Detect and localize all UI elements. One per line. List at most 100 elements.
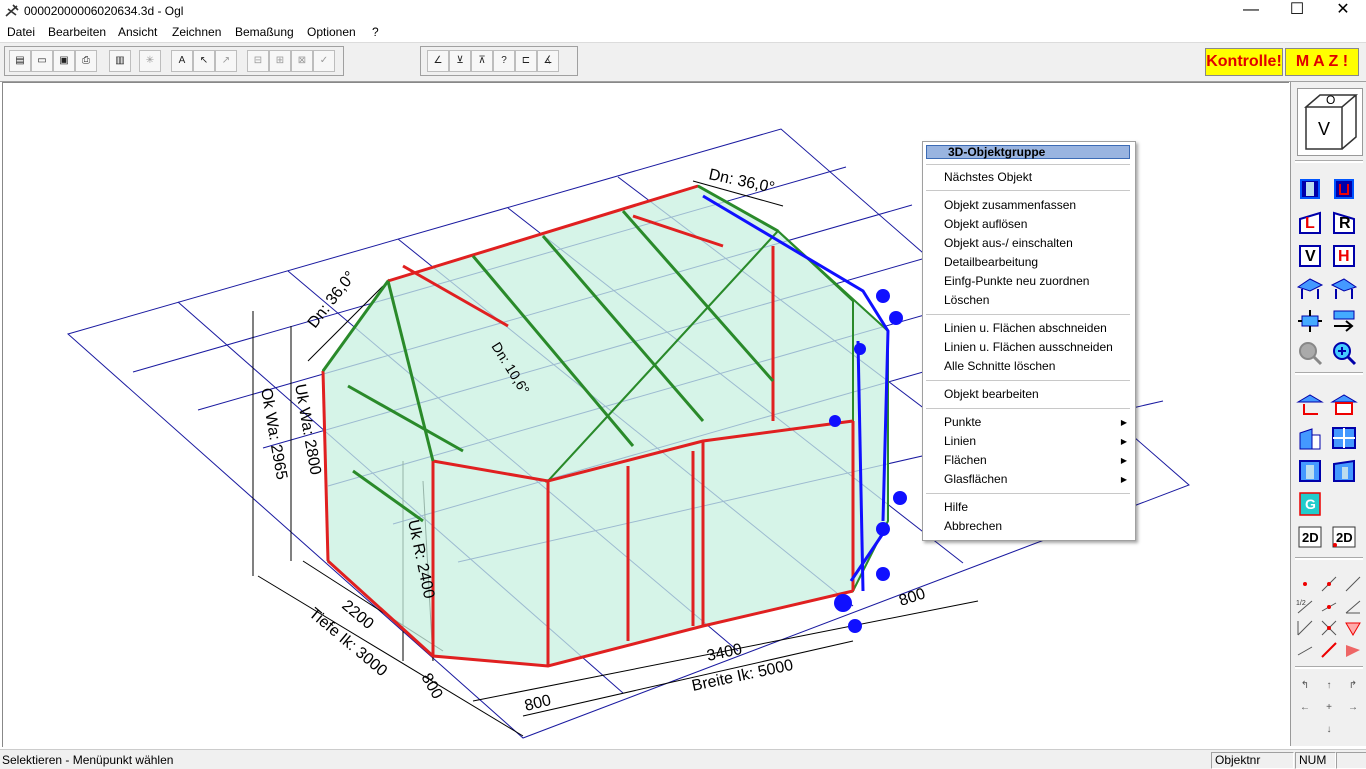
menu-optionen[interactable]: Optionen [307,25,356,39]
dimension-query-icon[interactable]: ? [493,50,515,72]
ctx-header-3d-objektgruppe[interactable]: 3D-Objektgruppe [926,145,1130,159]
arrow-left-icon[interactable]: ← [1295,698,1315,718]
insert-wall-button[interactable] [1296,425,1324,451]
group-g-button[interactable]: G [1296,491,1324,517]
dimension-xz-icon[interactable]: ⊼ [471,50,493,72]
ctx-detailbearbeitung[interactable]: Detailbearbeitung [944,255,1038,269]
layer-1-icon[interactable]: ⊟ [247,50,269,72]
snap-line-icon[interactable] [1319,574,1339,594]
properties-icon[interactable]: ▥ [109,50,131,72]
maz-button[interactable]: M A Z ! [1285,48,1359,76]
roof-view-right-button[interactable] [1330,275,1358,301]
insert-side-door-button[interactable] [1330,458,1358,484]
menu-bemassung[interactable]: Bemaßung [235,25,294,39]
arrow-right-icon[interactable]: → [1343,698,1363,718]
dimension-xy-icon[interactable]: ⊻ [449,50,471,72]
menu-ansicht[interactable]: Ansicht [118,25,157,39]
zoom-in-button[interactable] [1330,340,1358,366]
glass-panels [321,184,889,668]
view-front-button[interactable]: V [1296,242,1324,268]
view-2d-a-button[interactable]: 2D [1296,524,1324,550]
dim-dn-left: Dn: 36,0° [305,268,360,331]
insert-window-grid-button[interactable] [1330,425,1358,451]
arrow-up-left-icon[interactable]: ↰ [1295,676,1315,696]
layer-check-icon[interactable]: ✓ [313,50,335,72]
ctx-ausschneiden[interactable]: Linien u. Flächen ausschneiden [944,340,1113,354]
open-folder-icon[interactable]: ▭ [31,50,53,72]
ctx-abschneiden[interactable]: Linien u. Flächen abschneiden [944,321,1107,335]
ctx-loeschen[interactable]: Löschen [944,293,989,307]
snap-perp-icon[interactable] [1295,618,1315,638]
ctx-alle-schnitte-loeschen[interactable]: Alle Schnitte löschen [944,359,1055,373]
select-move-icon[interactable]: ↗ [215,50,237,72]
select-a-icon[interactable]: A [171,50,193,72]
kontrolle-button[interactable]: Kontrolle! [1205,48,1283,76]
snap-end-icon[interactable] [1295,640,1315,660]
status-message: Selektieren - Menüpunkt wählen [2,753,174,767]
snap-cross-icon[interactable] [1319,618,1339,638]
view-u-button[interactable] [1330,176,1358,202]
ctx-glasflaechen[interactable]: Glasflächen [944,472,1120,486]
ctx-objekt-bearbeiten[interactable]: Objekt bearbeiten [944,387,1039,401]
ctx-flaechen-label: Flächen [944,453,987,467]
view-2d-b-button[interactable]: 2D [1330,524,1358,550]
ctx-abbrechen[interactable]: Abbrechen [944,519,1002,533]
ctx-objekt-aufloesen[interactable]: Objekt auflösen [944,217,1027,231]
pan-right-button[interactable] [1330,308,1358,334]
fit-view-button[interactable] [1296,308,1324,334]
menu-separator [926,164,1130,165]
dimension-angle-icon[interactable]: ∠ [427,50,449,72]
snap-tri-icon[interactable] [1343,618,1363,638]
close-button[interactable]: ✕ [1320,0,1366,22]
layer-3-icon[interactable]: ⊠ [291,50,313,72]
insert-house-button[interactable] [1330,392,1358,418]
snap-mid-icon[interactable] [1319,596,1339,616]
dimension-yz-icon[interactable]: ⊏ [515,50,537,72]
ctx-linien[interactable]: Linien [944,434,1120,448]
view-right-button[interactable]: R [1330,209,1358,235]
menu-bearbeiten[interactable]: Bearbeiten [48,25,106,39]
panel-separator [1295,160,1363,163]
arrow-up-icon[interactable]: ↑ [1319,676,1339,696]
insert-roof-icon [1296,394,1324,415]
menu-zeichnen[interactable]: Zeichnen [172,25,221,39]
ctx-flaechen[interactable]: Flächen [944,453,1120,467]
ctx-hilfe[interactable]: Hilfe [944,500,968,514]
select-pointer-icon[interactable]: ↖ [193,50,215,72]
snap-red-line-icon[interactable] [1319,640,1339,660]
new-file-icon[interactable]: ▤ [9,50,31,72]
snap-angle-icon[interactable] [1343,596,1363,616]
ctx-objekt-ausschalten[interactable]: Objekt aus-/ einschalten [944,236,1073,250]
snap-xy-icon[interactable] [1343,574,1363,594]
insert-wall-icon [1299,428,1321,450]
layer-2-icon[interactable]: ⊞ [269,50,291,72]
arrow-center-icon[interactable]: + [1319,698,1339,718]
context-menu: 3D-Objektgruppe Nächstes Objekt Objekt z… [922,141,1136,541]
view-top-button[interactable] [1296,176,1324,202]
view-cube[interactable]: O V [1297,88,1363,156]
snap-half-icon[interactable]: 1/2 [1295,596,1315,616]
ctx-naechstes-objekt[interactable]: Nächstes Objekt [944,170,1032,184]
snap-point-icon[interactable] [1295,574,1315,594]
maximize-button[interactable]: ☐ [1274,0,1320,22]
roof-view-left-button[interactable] [1296,275,1324,301]
ctx-einfg-punkte[interactable]: Einfg-Punkte neu zuordnen [944,274,1089,288]
ctx-punkte[interactable]: Punkte [944,415,1120,429]
view-back-button[interactable]: H [1330,242,1358,268]
snap-fill-icon[interactable] [1343,640,1363,660]
insert-door-button[interactable] [1296,458,1324,484]
menu-datei[interactable]: Datei [7,25,35,39]
save-icon[interactable]: ▣ [53,50,75,72]
view-left-button[interactable]: L [1296,209,1324,235]
explode-icon[interactable]: ✳ [139,50,161,72]
ctx-objekt-zusammenfassen[interactable]: Objekt zusammenfassen [944,198,1076,212]
zoom-out-button[interactable] [1296,340,1324,366]
insert-roof-button[interactable] [1296,392,1324,418]
arrow-down-icon[interactable]: ↓ [1319,720,1339,740]
minimize-button[interactable]: — [1228,0,1274,22]
dimension-point-icon[interactable]: ∡ [537,50,559,72]
menu-help[interactable]: ? [372,25,379,39]
dim-uk-wa: Uk Wa: 2800 [291,383,324,477]
arrow-up-right-icon[interactable]: ↱ [1343,676,1363,696]
print-icon[interactable]: ⎙ [75,50,97,72]
